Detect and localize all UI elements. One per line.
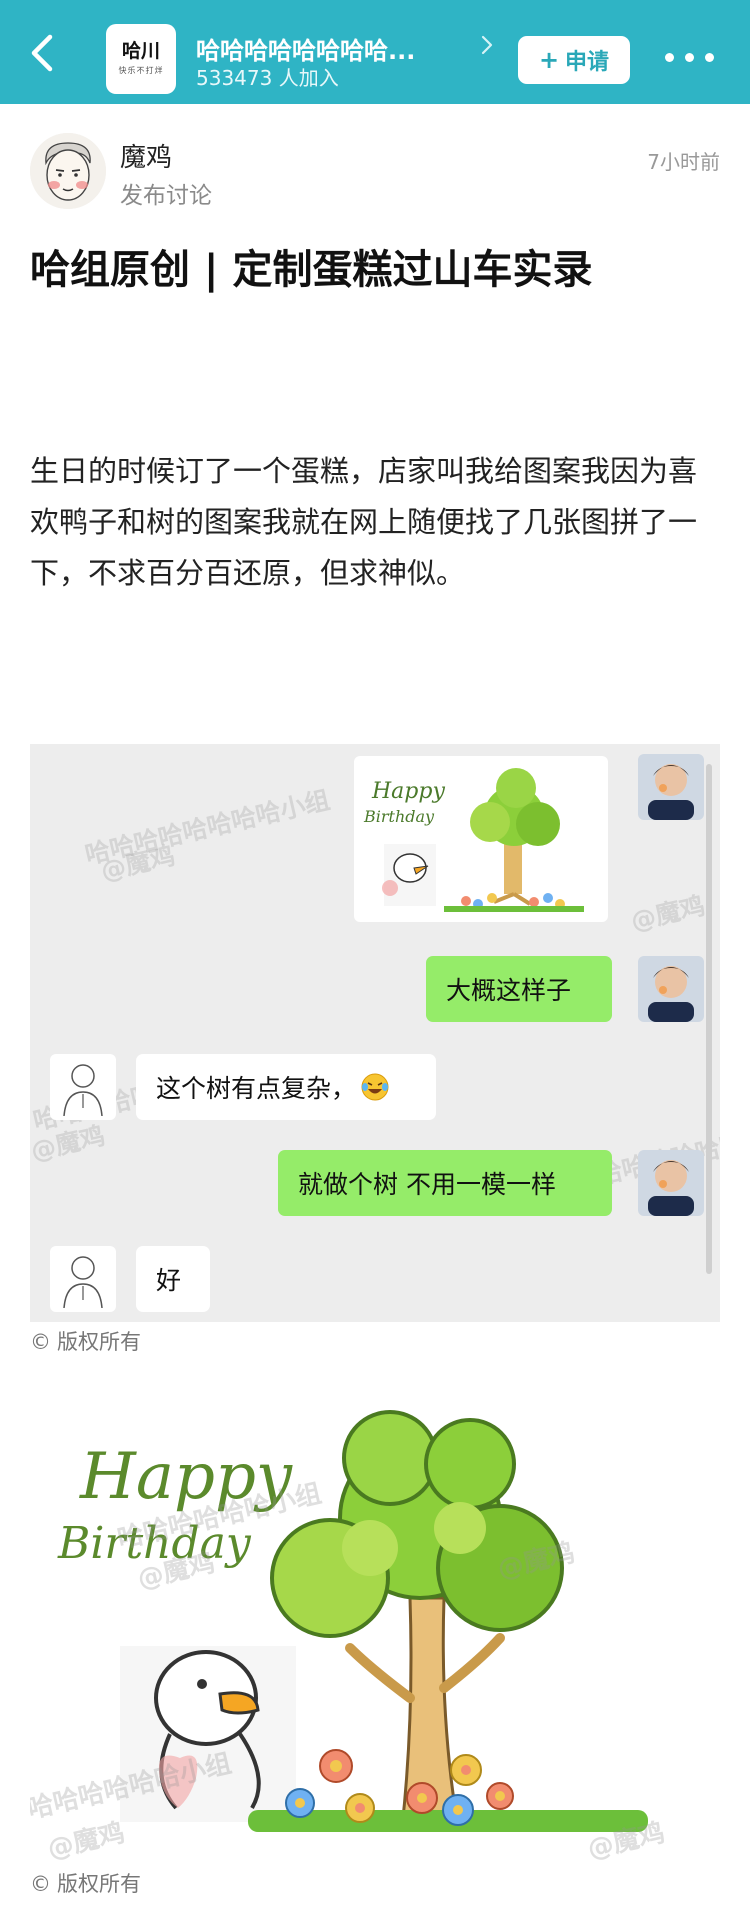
my-avatar[interactable] bbox=[638, 754, 704, 820]
watermark: @魔鸡 bbox=[45, 1817, 128, 1865]
group-logo[interactable]: 哈川 快乐不打烊 bbox=[106, 24, 176, 94]
group-logo-subtext: 快乐不打烊 bbox=[118, 66, 164, 75]
author-avatar[interactable] bbox=[30, 133, 106, 209]
happy-text: Happy bbox=[371, 779, 445, 804]
chat-message-me[interactable]: 大概这样子 bbox=[426, 956, 612, 1022]
group-name[interactable]: 哈哈哈哈哈哈哈哈... bbox=[196, 31, 466, 66]
my-avatar[interactable] bbox=[638, 956, 704, 1022]
birthday-text: Birthday bbox=[363, 807, 435, 826]
group-logo-text: 哈川 bbox=[121, 40, 160, 62]
image-scrollbar bbox=[706, 764, 712, 1274]
shop-avatar[interactable] bbox=[50, 1246, 116, 1312]
chat-screenshot-image[interactable]: 哈哈哈哈哈哈哈哈小组 @魔鸡 @魔鸡 哈哈哈哈哈哈哈哈小组 @魔鸡 哈哈哈哈哈哈… bbox=[30, 744, 720, 1322]
chat-message-other[interactable]: 这个树有点复杂， bbox=[136, 1054, 436, 1120]
chat-image-message[interactable]: Happy Birthday bbox=[354, 756, 608, 922]
chat-message-other[interactable]: 好 bbox=[136, 1246, 210, 1312]
post-title: 哈组原创 | 定制蛋糕过山车实录 bbox=[30, 247, 593, 293]
my-avatar[interactable] bbox=[638, 1150, 704, 1216]
member-count: 533473 人加入 bbox=[196, 66, 339, 90]
cake-design-image[interactable]: Happy Birthday 哈哈哈哈哈哈小组 @魔鸡 @魔鸡 哈哈哈哈哈哈小组… bbox=[30, 1398, 720, 1868]
copyright-note: © 版权所有 bbox=[30, 1872, 141, 1896]
copyright-icon: © bbox=[30, 1872, 51, 1896]
author-name[interactable]: 魔鸡 bbox=[120, 137, 172, 174]
chevron-right-icon[interactable] bbox=[480, 34, 494, 56]
post-body: 生日的时候订了一个蛋糕，店家叫我给图案我因为喜欢鸭子和树的图案我就在网上随便找了… bbox=[30, 454, 698, 590]
apply-label: 申请 bbox=[565, 50, 610, 75]
shop-avatar[interactable] bbox=[50, 1054, 116, 1120]
copyright-note: © 版权所有 bbox=[30, 1330, 141, 1354]
chevron-left-icon[interactable] bbox=[26, 33, 60, 73]
watermark: @魔鸡 bbox=[628, 890, 708, 937]
copyright-icon: © bbox=[30, 1330, 51, 1354]
group-header-bar: 哈川 快乐不打烊 哈哈哈哈哈哈哈哈... 533473 人加入 + 申请 bbox=[0, 0, 750, 104]
post-action: 发布讨论 bbox=[120, 183, 212, 209]
post-time: 7小时前 bbox=[647, 150, 720, 174]
laugh-cry-emoji-icon bbox=[361, 1073, 389, 1101]
plus-icon: + bbox=[538, 46, 560, 74]
chat-message-me[interactable]: 就做个树 不用一模一样 bbox=[278, 1150, 612, 1216]
more-dots-icon[interactable] bbox=[665, 50, 717, 64]
apply-join-button[interactable]: + 申请 bbox=[518, 36, 630, 84]
